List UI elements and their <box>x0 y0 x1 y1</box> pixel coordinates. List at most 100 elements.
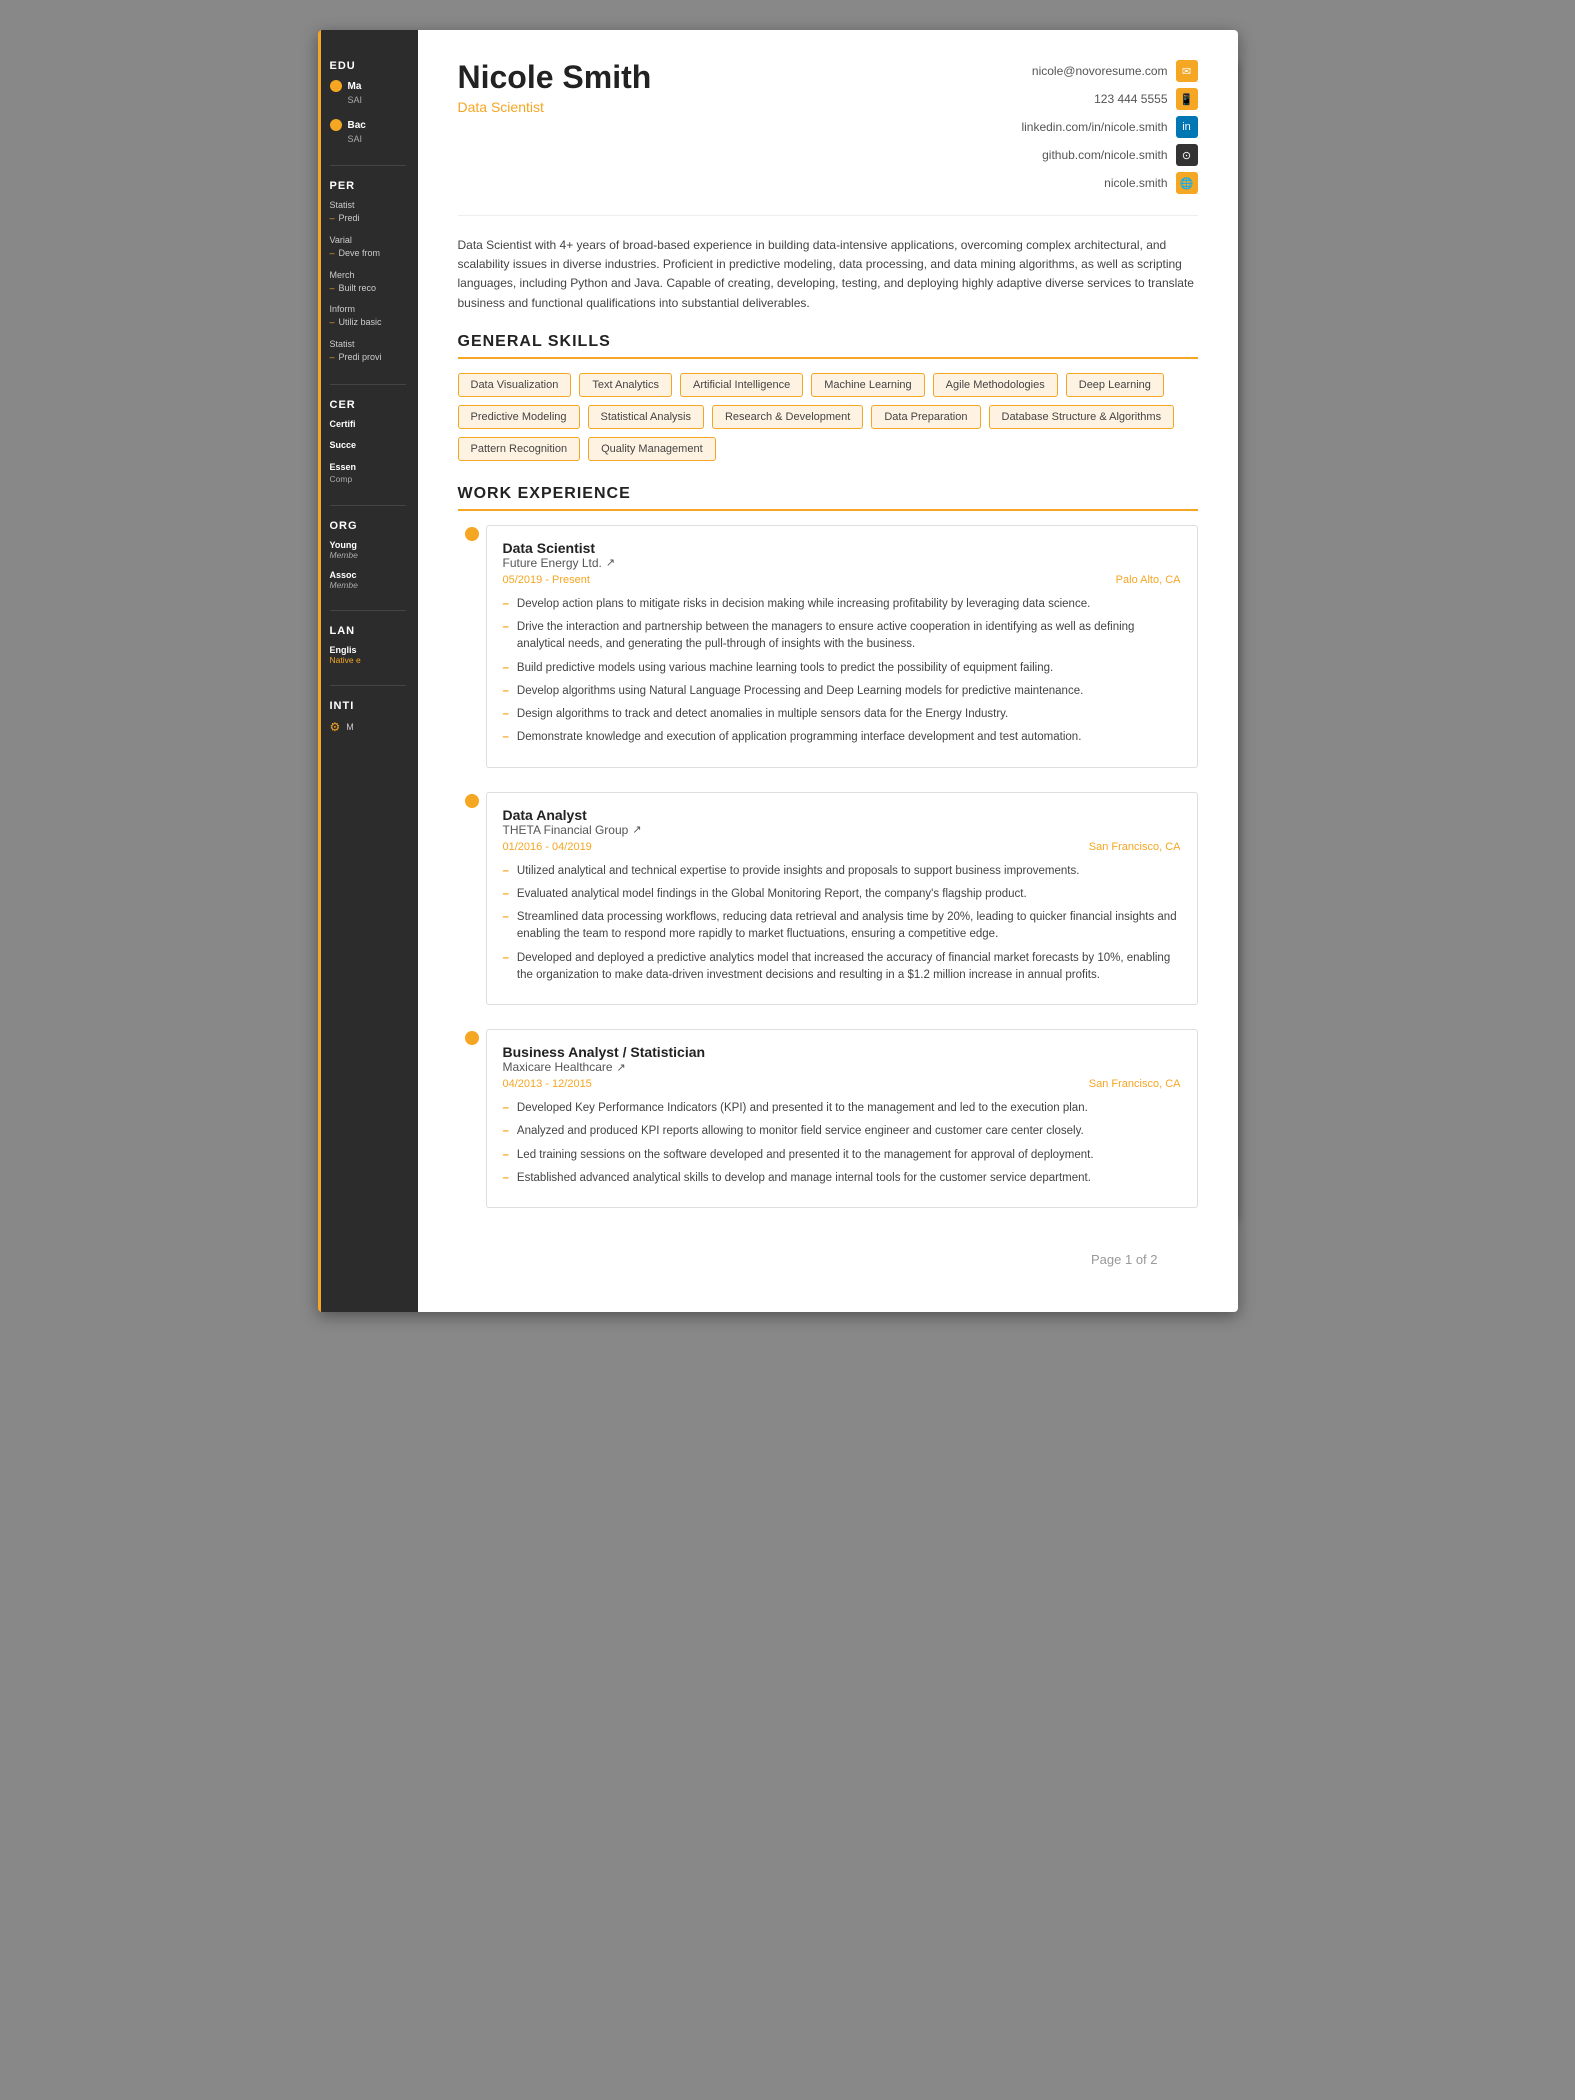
skill-tag: Pattern Recognition <box>458 437 581 461</box>
skill-tag: Text Analytics <box>579 373 672 397</box>
candidate-job-title: Data Scientist <box>458 99 652 115</box>
skill-tag: Data Visualization <box>458 373 572 397</box>
resume-header: Nicole Smith Data Scientist nicole@novor… <box>458 60 1198 216</box>
work-item-3: Business Analyst / Statistician Maxicare… <box>458 1029 1198 1208</box>
skills-tags-container: Data VisualizationText AnalyticsArtifici… <box>458 373 1198 461</box>
bullet-3-1: – Developed Key Performance Indicators (… <box>503 1100 1181 1117</box>
company-3: Maxicare Healthcare ↗ <box>503 1060 1181 1074</box>
skill-tag: Machine Learning <box>811 373 924 397</box>
main-content: Nicole Smith Data Scientist nicole@novor… <box>418 30 1238 1312</box>
contact-linkedin: linkedin.com/in/nicole.smith in <box>1021 116 1197 138</box>
email-icon: ✉ <box>1176 60 1198 82</box>
bullet-2-3: – Streamlined data processing workflows,… <box>503 909 1181 944</box>
sidebar-interests: INTI ⚙ M <box>318 700 418 734</box>
sidebar-divider-5 <box>330 685 406 686</box>
sidebar-personal-skills: PER Statist – Predi Varial – Deve from <box>318 180 418 363</box>
bullet-1-5: – Design algorithms to track and detect … <box>503 706 1181 723</box>
sidebar-lan-title: LAN <box>330 625 406 637</box>
interest-text-1: M <box>346 722 354 732</box>
skill-bar-inform: Inform – Utiliz basic <box>330 304 406 329</box>
page-front: EDU Ma SAI Bac SAI <box>318 30 1238 1312</box>
page-wrapper: Page 2 of 2 EDU Ma SAI Bac <box>318 30 1258 1312</box>
job-title-2: Data Analyst <box>503 807 1181 823</box>
work-content-1: Data Scientist Future Energy Ltd. ↗ 05/2… <box>486 525 1198 768</box>
bullet-2-1: – Utilized analytical and technical expe… <box>503 863 1181 880</box>
work-dot-1 <box>465 527 479 541</box>
sidebar-certifications: CER Certifi Succe Essen Comp <box>318 399 418 485</box>
bullet-1-6: – Demonstrate knowledge and execution of… <box>503 729 1181 746</box>
skill-bar-statist: Statist – Predi <box>330 200 406 225</box>
dates-row-1: 05/2019 - Present Palo Alto, CA <box>503 574 1181 586</box>
page-indicator: Page 1 of 2 <box>458 1232 1198 1282</box>
skill-tag: Data Preparation <box>871 405 980 429</box>
work-dot-col-2 <box>458 792 486 1006</box>
sidebar: EDU Ma SAI Bac SAI <box>318 30 418 1312</box>
summary-text: Data Scientist with 4+ years of broad-ba… <box>458 236 1198 313</box>
edu-degree-1: Ma <box>348 80 363 94</box>
org-2: Assoc Membe <box>330 570 406 590</box>
sidebar-divider-4 <box>330 610 406 611</box>
skill-tag: Agile Methodologies <box>933 373 1058 397</box>
skill-tag: Deep Learning <box>1066 373 1164 397</box>
job-location-2: San Francisco, CA <box>1089 841 1181 853</box>
page-label: Page 1 of 2 <box>1091 1252 1158 1267</box>
bullet-1-3: – Build predictive models using various … <box>503 660 1181 677</box>
work-dot-3 <box>465 1031 479 1045</box>
github-icon: ⊙ <box>1176 144 1198 166</box>
edu-school-2: SAI <box>348 133 366 146</box>
interest-1: ⚙ M <box>330 720 406 734</box>
company-2: THETA Financial Group ↗ <box>503 823 1181 837</box>
cert-3: Essen Comp <box>330 462 406 485</box>
bullet-1-1: – Develop action plans to mitigate risks… <box>503 596 1181 613</box>
job-dates-3: 04/2013 - 12/2015 <box>503 1078 592 1090</box>
org-1: Young Membe <box>330 540 406 560</box>
job-title-1: Data Scientist <box>503 540 1181 556</box>
contact-website: nicole.smith 🌐 <box>1021 172 1197 194</box>
bullet-3-2: – Analyzed and produced KPI reports allo… <box>503 1123 1181 1140</box>
website-icon: 🌐 <box>1176 172 1198 194</box>
work-dot-col-3 <box>458 1029 486 1208</box>
skill-tag: Statistical Analysis <box>588 405 704 429</box>
job-bullets-1: – Develop action plans to mitigate risks… <box>503 596 1181 747</box>
header-left: Nicole Smith Data Scientist <box>458 60 652 115</box>
work-content-2: Data Analyst THETA Financial Group ↗ 01/… <box>486 792 1198 1006</box>
job-bullets-2: – Utilized analytical and technical expe… <box>503 863 1181 985</box>
sidebar-edu-item-1: Ma SAI <box>330 80 406 107</box>
edu-dot-1 <box>330 80 342 92</box>
company-link-icon-1: ↗ <box>606 556 615 569</box>
sidebar-edu-title: EDU <box>330 60 406 72</box>
bullet-3-3: – Led training sessions on the software … <box>503 1147 1181 1164</box>
sidebar-int-title: INTI <box>330 700 406 712</box>
work-content-3: Business Analyst / Statistician Maxicare… <box>486 1029 1198 1208</box>
job-bullets-3: – Developed Key Performance Indicators (… <box>503 1100 1181 1187</box>
skill-bar-merch: Merch – Built reco <box>330 270 406 295</box>
skill-tag: Database Structure & Algorithms <box>989 405 1175 429</box>
work-section-title: WORK EXPERIENCE <box>458 485 1198 511</box>
company-1: Future Energy Ltd. ↗ <box>503 556 1181 570</box>
edu-dot-2 <box>330 119 342 131</box>
dates-row-3: 04/2013 - 12/2015 San Francisco, CA <box>503 1078 1181 1090</box>
job-title-3: Business Analyst / Statistician <box>503 1044 1181 1060</box>
work-section: WORK EXPERIENCE Data Scientist Future En… <box>458 485 1198 1208</box>
skill-tag: Predictive Modeling <box>458 405 580 429</box>
skill-tag: Quality Management <box>588 437 716 461</box>
sidebar-divider-3 <box>330 505 406 506</box>
skills-section: GENERAL SKILLS Data VisualizationText An… <box>458 333 1198 461</box>
job-location-1: Palo Alto, CA <box>1116 574 1181 586</box>
sidebar-accent-line <box>318 30 321 1312</box>
sidebar-per-title: PER <box>330 180 406 192</box>
cert-1: Certifi <box>330 419 406 431</box>
contact-email: nicole@novoresume.com ✉ <box>1021 60 1197 82</box>
bullet-1-4: – Develop algorithms using Natural Langu… <box>503 683 1181 700</box>
candidate-name: Nicole Smith <box>458 60 652 95</box>
skill-tag: Research & Development <box>712 405 863 429</box>
work-item-1: Data Scientist Future Energy Ltd. ↗ 05/2… <box>458 525 1198 768</box>
sidebar-languages: LAN Englis Native e <box>318 625 418 665</box>
edu-degree-2: Bac <box>348 119 366 133</box>
skill-bar-statist2: Statist – Predi provi <box>330 339 406 364</box>
sidebar-organizations: ORG Young Membe Assoc Membe <box>318 520 418 590</box>
company-link-icon-2: ↗ <box>632 823 641 836</box>
lang-1: Englis Native e <box>330 645 406 665</box>
interest-icon-1: ⚙ <box>330 720 341 734</box>
job-dates-1: 05/2019 - Present <box>503 574 590 586</box>
